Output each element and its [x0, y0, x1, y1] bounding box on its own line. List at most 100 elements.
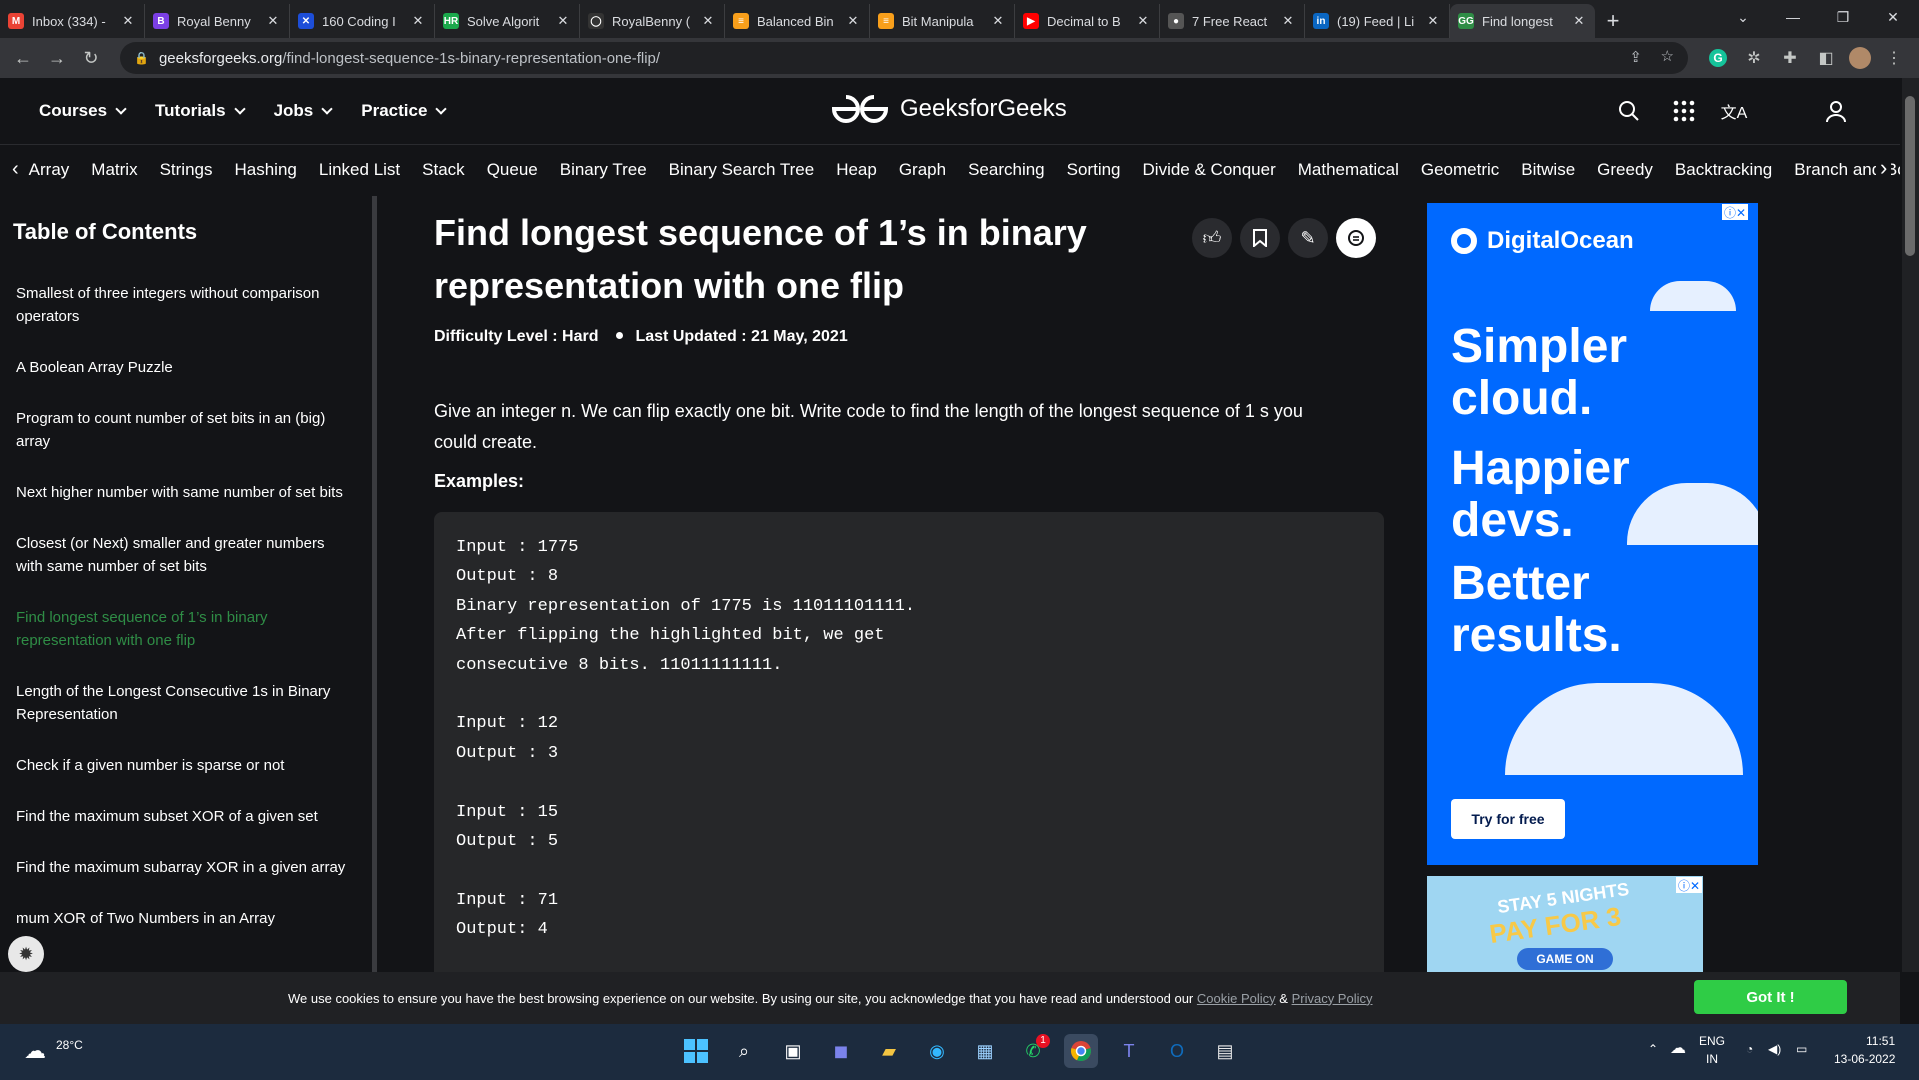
- digitalocean-ad[interactable]: DigitalOcean Simpler cloud. Happier devs…: [1427, 203, 1758, 865]
- chevron-left-icon[interactable]: ‹: [12, 158, 19, 181]
- tab-close-icon[interactable]: ✕: [120, 13, 136, 29]
- tab-close-icon[interactable]: ✕: [1135, 13, 1151, 29]
- chrome-icon[interactable]: [1064, 1034, 1098, 1068]
- topic-link[interactable]: Linked List: [319, 160, 400, 180]
- topic-link[interactable]: Binary Search Tree: [669, 160, 815, 180]
- topic-link[interactable]: Stack: [422, 160, 465, 180]
- task-view-icon[interactable]: ▣: [776, 1034, 810, 1068]
- theme-toggle-icon[interactable]: ✹: [8, 936, 44, 972]
- topic-link[interactable]: Geometric: [1421, 160, 1499, 180]
- got-it-button[interactable]: Got It !: [1694, 980, 1847, 1014]
- bookmark-icon[interactable]: [1240, 218, 1280, 258]
- new-tab-button[interactable]: +: [1595, 4, 1631, 38]
- tab-close-icon[interactable]: ✕: [845, 13, 861, 29]
- tab-close-icon[interactable]: ✕: [1425, 13, 1441, 29]
- browser-tab[interactable]: ▶ Decimal to B ✕: [1015, 4, 1160, 38]
- topic-link[interactable]: Queue: [487, 160, 538, 180]
- share-icon[interactable]: ⇪: [1629, 48, 1642, 66]
- page-scrollbar-thumb[interactable]: [1905, 96, 1915, 256]
- like-icon[interactable]: 👍︎: [1192, 218, 1232, 258]
- close-window-icon[interactable]: ✕: [1870, 0, 1916, 34]
- reload-icon[interactable]: ↻: [74, 41, 108, 75]
- translate-icon[interactable]: 文A: [1720, 97, 1748, 125]
- extension-icon[interactable]: ✲: [1740, 44, 1768, 72]
- apps-grid-icon[interactable]: [1670, 97, 1698, 125]
- topic-link[interactable]: Array: [29, 160, 70, 180]
- wifi-icon[interactable]: ◔: [1746, 1042, 1753, 1056]
- topic-link[interactable]: Searching: [968, 160, 1045, 180]
- game-on-button[interactable]: GAME ON: [1517, 948, 1613, 970]
- topic-link[interactable]: Sorting: [1067, 160, 1121, 180]
- topic-link[interactable]: Bitwise: [1521, 160, 1575, 180]
- try-for-free-button[interactable]: Try for free: [1451, 799, 1565, 839]
- browser-tab[interactable]: in (19) Feed | Li ✕: [1305, 4, 1450, 38]
- start-icon[interactable]: [679, 1034, 713, 1068]
- toc-item[interactable]: Find the maximum subarray XOR in a given…: [16, 856, 348, 879]
- address-bar[interactable]: 🔒 geeksforgeeks.org/find-longest-sequenc…: [120, 42, 1688, 74]
- search-icon[interactable]: [1615, 97, 1643, 125]
- toc-item[interactable]: Program to count number of set bits in a…: [16, 407, 348, 453]
- volume-icon[interactable]: ◀): [1768, 1042, 1781, 1056]
- outlook-icon[interactable]: O: [1160, 1034, 1194, 1068]
- battery-icon[interactable]: ▭: [1796, 1042, 1807, 1056]
- browser-menu-icon[interactable]: ⋮: [1880, 44, 1908, 72]
- tab-close-icon[interactable]: ✕: [265, 13, 281, 29]
- puzzle-extensions-icon[interactable]: ✚: [1776, 44, 1804, 72]
- toc-item[interactable]: mum XOR of Two Numbers in an Array: [16, 907, 348, 930]
- tab-close-icon[interactable]: ✕: [1280, 13, 1296, 29]
- browser-tab[interactable]: B Royal Benny ✕: [145, 4, 290, 38]
- browser-tab[interactable]: HR Solve Algorit ✕: [435, 4, 580, 38]
- toc-item[interactable]: Find the maximum subset XOR of a given s…: [16, 805, 348, 828]
- user-account-icon[interactable]: [1822, 97, 1850, 125]
- topic-link[interactable]: Matrix: [91, 160, 137, 180]
- grammarly-icon[interactable]: G: [1704, 44, 1732, 72]
- topic-link[interactable]: Graph: [899, 160, 946, 180]
- toc-item-current[interactable]: Find longest sequence of 1’s in binary r…: [16, 606, 348, 652]
- browser-tab[interactable]: GG Find longest ✕: [1450, 4, 1595, 38]
- tab-close-icon[interactable]: ✕: [700, 13, 716, 29]
- cookie-policy-link[interactable]: Cookie Policy: [1197, 991, 1276, 1006]
- topic-link[interactable]: Hashing: [235, 160, 297, 180]
- toc-item[interactable]: A Boolean Array Puzzle: [16, 356, 348, 379]
- topic-link[interactable]: Backtracking: [1675, 160, 1772, 180]
- taskbar-search-icon[interactable]: ⌕: [727, 1034, 761, 1068]
- edge-icon[interactable]: ◉: [920, 1034, 954, 1068]
- onedrive-icon[interactable]: ☁: [1670, 1038, 1686, 1058]
- nav-courses[interactable]: Courses: [39, 101, 127, 121]
- toc-item[interactable]: Next higher number with same number of s…: [16, 481, 348, 504]
- edit-pencil-icon[interactable]: ✎: [1288, 218, 1328, 258]
- browser-tab[interactable]: ● 7 Free React ✕: [1160, 4, 1305, 38]
- tab-close-icon[interactable]: ✕: [555, 13, 571, 29]
- browser-tab[interactable]: ≡ Bit Manipula ✕: [870, 4, 1015, 38]
- browser-tab[interactable]: ≡ Balanced Bin ✕: [725, 4, 870, 38]
- clock-time[interactable]: 11:51: [1866, 1034, 1895, 1048]
- game-ad[interactable]: STAY 5 NIGHTS PAY FOR 3 GAME ON: [1427, 876, 1703, 972]
- sidebar-scrollbar[interactable]: [372, 196, 377, 972]
- nav-practice[interactable]: Practice: [361, 101, 448, 121]
- forward-icon[interactable]: →: [40, 41, 74, 75]
- topic-link[interactable]: Divide & Conquer: [1143, 160, 1276, 180]
- ad-close-icon[interactable]: ⓘ✕: [1722, 204, 1748, 220]
- back-icon[interactable]: ←: [6, 41, 40, 75]
- browser-tab[interactable]: ✕ 160 Coding I ✕: [290, 4, 435, 38]
- minimize-icon[interactable]: —: [1770, 0, 1816, 34]
- toc-item[interactable]: Length of the Longest Consecutive 1s in …: [16, 680, 348, 726]
- tab-search-icon[interactable]: ⌄: [1720, 0, 1766, 34]
- side-panel-icon[interactable]: ◧: [1812, 44, 1840, 72]
- tab-close-icon[interactable]: ✕: [1571, 13, 1587, 29]
- document-app-icon[interactable]: ▤: [1208, 1034, 1242, 1068]
- topic-link[interactable]: Mathematical: [1298, 160, 1399, 180]
- tab-close-icon[interactable]: ✕: [410, 13, 426, 29]
- browser-tab[interactable]: ◯ RoyalBenny (✕: [580, 4, 725, 38]
- topic-link[interactable]: Greedy: [1597, 160, 1653, 180]
- toc-item[interactable]: Closest (or Next) smaller and greater nu…: [16, 532, 348, 578]
- whatsapp-icon[interactable]: ✆ 1: [1016, 1034, 1050, 1068]
- ad2-close-icon[interactable]: ⓘ✕: [1676, 877, 1702, 893]
- clock-date[interactable]: 13-06-2022: [1834, 1052, 1895, 1066]
- photos-icon[interactable]: ▦: [968, 1034, 1002, 1068]
- toc-item[interactable]: Smallest of three integers without compa…: [16, 282, 348, 328]
- topic-link[interactable]: Binary Tree: [560, 160, 647, 180]
- profile-avatar[interactable]: [1846, 44, 1874, 72]
- toc-item[interactable]: Check if a given number is sparse or not: [16, 754, 348, 777]
- file-explorer-icon[interactable]: ▰: [872, 1034, 906, 1068]
